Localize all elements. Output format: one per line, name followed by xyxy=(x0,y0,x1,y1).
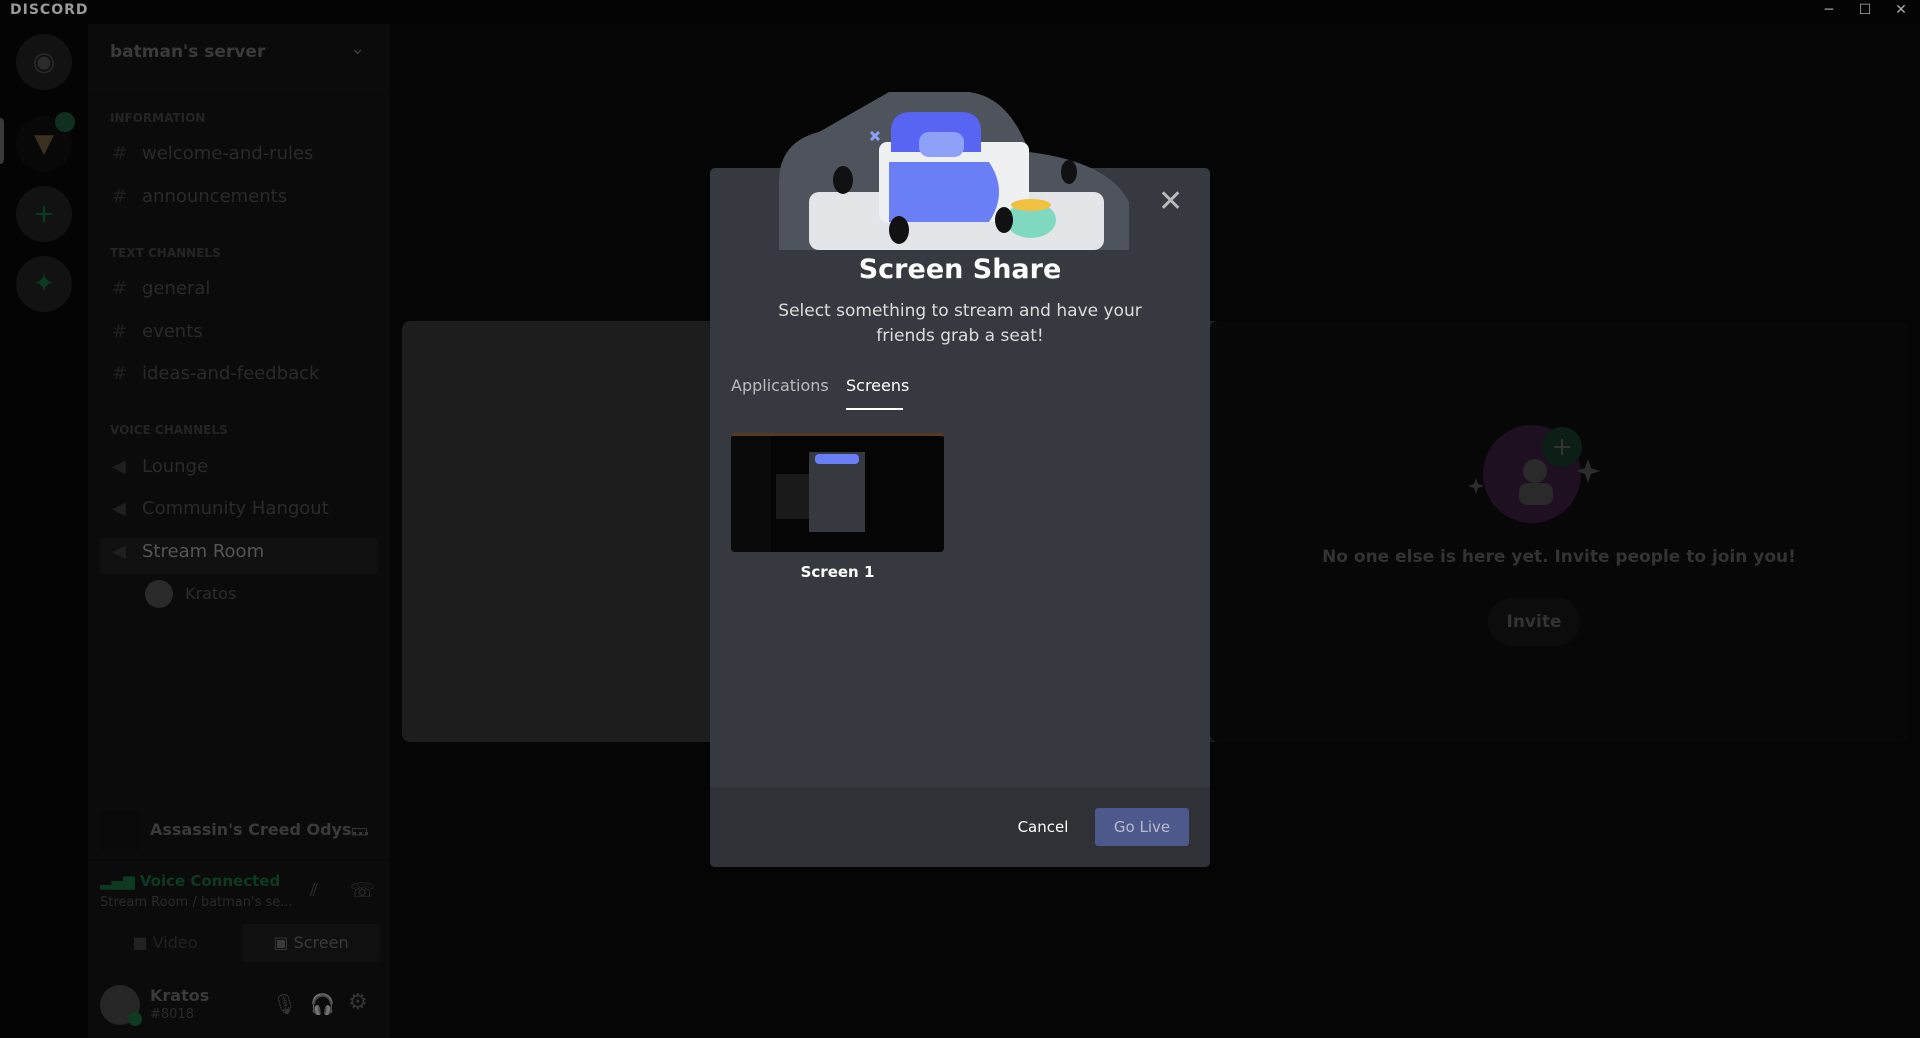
game-activity: Assassin's Creed Odys... xyxy=(150,820,370,839)
voice-connected-status: ▂▄▆ Voice Connected xyxy=(100,872,281,890)
channel-announcements[interactable]: # announcements xyxy=(112,186,287,207)
explore-compass-icon[interactable]: ✦ xyxy=(16,256,72,312)
signal-icon: ▂▄▆ xyxy=(100,872,140,890)
close-window-button[interactable]: ✕ xyxy=(1884,0,1918,22)
game-icon xyxy=(100,810,140,850)
invite-illustration-icon xyxy=(1468,425,1600,523)
maximize-button[interactable]: ☐ xyxy=(1848,0,1882,22)
modal-title: Screen Share xyxy=(858,254,1062,285)
add-server-icon[interactable]: + xyxy=(16,186,72,242)
channel-general[interactable]: # general xyxy=(112,278,210,299)
hash-icon: # xyxy=(112,321,128,342)
online-status-icon xyxy=(128,1012,142,1026)
channel-welcome-and-rules[interactable]: # welcome-and-rules xyxy=(112,143,313,164)
invite-message: No one else is here yet. Invite people t… xyxy=(1322,547,1796,567)
tab-applications[interactable]: Applications xyxy=(731,376,829,395)
stream-monitor-icon[interactable]: ▭ xyxy=(350,818,369,842)
hash-icon: # xyxy=(112,143,128,164)
invite-tile: No one else is here yet. Invite people t… xyxy=(1210,321,1908,742)
gear-icon[interactable]: ⚙ xyxy=(348,990,368,1015)
category-text-channels[interactable]: TEXT CHANNELS xyxy=(110,246,221,260)
voice-speaker-badge-icon xyxy=(55,112,75,132)
active-tab-underline xyxy=(846,408,903,410)
modal-subtitle: Select something to stream and have your… xyxy=(778,301,1142,346)
server-name[interactable]: batman's server xyxy=(110,42,265,62)
voice-channel-stream-room[interactable]: ◀ Stream Room xyxy=(112,541,264,562)
video-button[interactable]: ■ Video xyxy=(100,924,230,962)
category-information[interactable]: INFORMATION xyxy=(110,111,205,125)
chevron-down-icon[interactable]: ⌄ xyxy=(350,38,365,59)
invite-button[interactable]: Invite xyxy=(1488,598,1580,646)
voice-channel-community-hangout[interactable]: ◀ Community Hangout xyxy=(112,498,329,519)
headphones-icon[interactable]: 🎧 xyxy=(310,992,335,1016)
camera-icon: ■ xyxy=(132,933,153,952)
noise-suppression-icon[interactable]: ⫽ xyxy=(310,880,318,901)
voice-location[interactable]: Stream Room / batman's se... xyxy=(100,895,293,910)
close-icon[interactable]: ✕ xyxy=(1158,184,1183,219)
thumbnail-content xyxy=(809,452,865,532)
screen-button[interactable]: ▣ Screen xyxy=(242,924,380,962)
discord-logo: DISCORD xyxy=(10,2,89,18)
disconnect-icon[interactable]: ☏ xyxy=(350,878,375,902)
voice-channel-lounge[interactable]: ◀ Lounge xyxy=(112,456,208,477)
channel-events[interactable]: # events xyxy=(112,321,203,342)
speaker-icon: ◀ xyxy=(112,541,126,562)
screen-share-icon: ▣ xyxy=(273,933,294,952)
minimize-button[interactable]: ─ xyxy=(1812,0,1846,22)
microphone-icon[interactable]: 🎙 xyxy=(272,992,297,1016)
username: Kratos xyxy=(150,986,210,1005)
hash-icon: # xyxy=(112,278,128,299)
voice-user-kratos[interactable]: Kratos xyxy=(185,584,236,603)
hash-icon: # xyxy=(112,186,128,207)
title-bar: DISCORD ─ ☐ ✕ xyxy=(0,0,1920,22)
avatar xyxy=(145,580,173,608)
divider xyxy=(88,94,390,95)
thumbnail-content xyxy=(815,454,859,464)
hash-icon: # xyxy=(112,363,128,384)
server-indicator xyxy=(0,118,4,164)
screen-1-label: Screen 1 xyxy=(800,563,875,581)
couch-illustration-icon xyxy=(779,92,1129,250)
divider xyxy=(88,860,390,861)
go-live-button[interactable]: Go Live xyxy=(1095,808,1189,846)
thumbnail-content xyxy=(731,436,771,552)
tab-screens[interactable]: Screens xyxy=(846,376,909,395)
channel-ideas-and-feedback[interactable]: # ideas-and-feedback xyxy=(112,363,319,384)
user-tag: #8018 xyxy=(150,1007,194,1022)
speaker-icon: ◀ xyxy=(112,498,126,519)
server-rail: ◉ ▼ + ✦ xyxy=(0,22,88,1038)
cancel-button[interactable]: Cancel xyxy=(1008,808,1078,846)
speaker-icon: ◀ xyxy=(112,456,126,477)
screen-share-modal: ✕ Screen Share Select something to strea… xyxy=(710,92,1210,867)
screen-1-thumbnail[interactable] xyxy=(731,433,944,552)
category-voice-channels[interactable]: VOICE CHANNELS xyxy=(110,423,228,437)
home-discord-icon[interactable]: ◉ xyxy=(16,34,72,90)
